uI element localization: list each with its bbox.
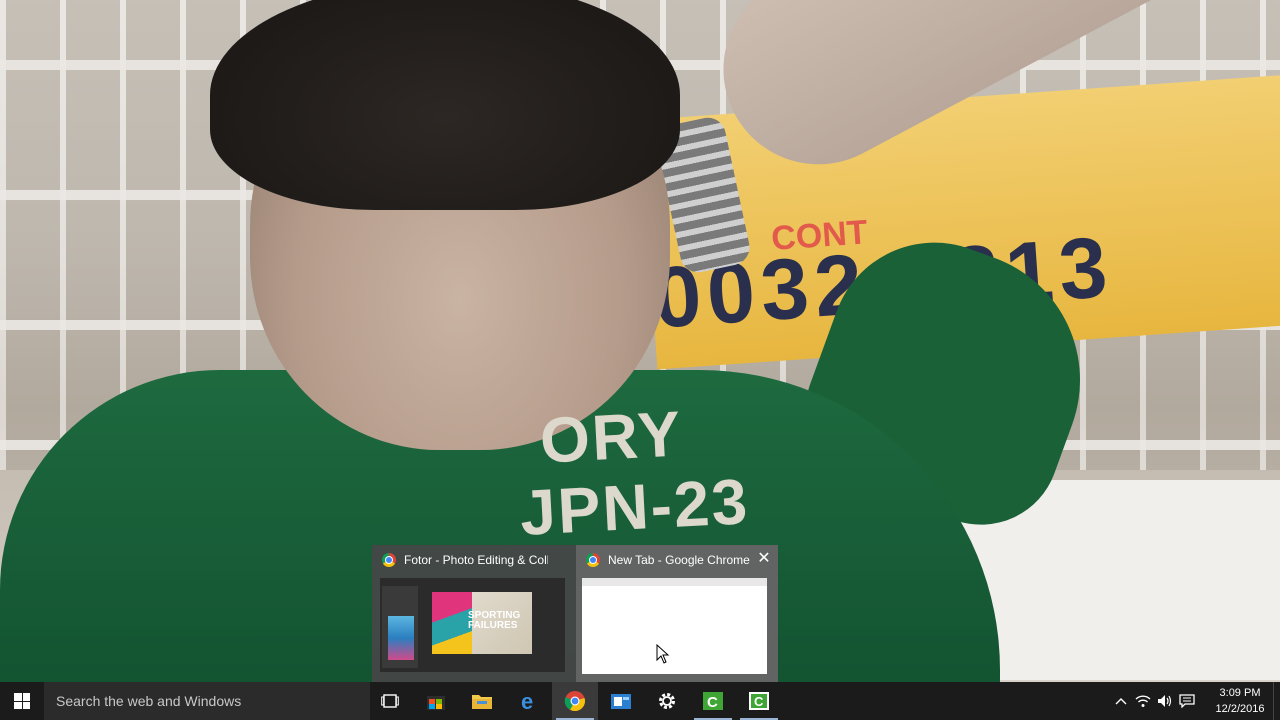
editor-canvas-text: SPORTING FAILURES: [468, 610, 521, 631]
preview-title: New Tab - Google Chrome: [586, 551, 754, 569]
search-box[interactable]: Search the web and Windows: [44, 682, 370, 720]
editor-tiles: [388, 616, 414, 660]
wifi-icon: [1135, 695, 1151, 707]
taskbar-store[interactable]: [413, 682, 459, 720]
taskbar-edge[interactable]: e: [506, 682, 552, 720]
preview-title-text: Fotor - Photo Editing & Collag...: [404, 553, 548, 567]
action-center-button[interactable]: [1176, 682, 1198, 720]
preview-window-fotor[interactable]: Fotor - Photo Editing & Collag... SPORTI…: [372, 545, 572, 682]
network-button[interactable]: [1132, 682, 1154, 720]
volume-button[interactable]: [1154, 682, 1176, 720]
search-placeholder: Search the web and Windows: [56, 693, 242, 709]
person-hair: [210, 0, 680, 210]
taskbar-file-explorer[interactable]: [459, 682, 505, 720]
show-hidden-icons-button[interactable]: [1110, 682, 1132, 720]
outlook-icon: [611, 694, 631, 709]
windows-logo-icon: [14, 693, 30, 709]
camtasia-studio-icon: C: [749, 692, 769, 710]
system-tray: 3:09 PM 12/2/2016: [1110, 682, 1280, 720]
store-icon: [427, 696, 445, 710]
chrome-thumbnail-preview: Fotor - Photo Editing & Collag... SPORTI…: [372, 545, 778, 682]
close-icon[interactable]: ✕: [756, 551, 772, 567]
svg-text:C: C: [707, 694, 718, 711]
browser-toolbar: [582, 578, 767, 586]
task-view-icon: [381, 694, 399, 708]
taskbar-camtasia-recorder[interactable]: C: [690, 682, 736, 720]
taskbar-outlook[interactable]: [598, 682, 644, 720]
taskbar-camtasia-studio[interactable]: C: [736, 682, 782, 720]
shirt-print-line-1: ORY: [538, 397, 685, 477]
chrome-icon: [564, 691, 585, 712]
chrome-icon: [586, 553, 600, 567]
clock-date: 12/2/2016: [1215, 703, 1265, 715]
settings-icon: [659, 693, 675, 709]
chevron-up-icon: [1115, 698, 1127, 705]
file-explorer-icon: [472, 695, 492, 709]
show-desktop-button[interactable]: [1273, 682, 1280, 720]
preview-screenshot: SPORTING FAILURES: [380, 578, 565, 672]
shirt-print-line-2: JPN-23: [518, 465, 751, 549]
taskbar-chrome[interactable]: [552, 682, 598, 720]
preview-title-text: New Tab - Google Chrome: [608, 553, 750, 567]
taskbar: Search the web and Windows e C C 3:09 PM…: [0, 682, 1280, 720]
mouse-cursor-icon: [656, 644, 670, 664]
edge-icon: e: [521, 690, 533, 712]
camtasia-recorder-icon: C: [703, 692, 723, 711]
start-button[interactable]: [0, 682, 44, 720]
editor-graphic: [432, 592, 472, 654]
svg-text:e: e: [521, 690, 533, 712]
notification-icon: [1179, 694, 1195, 708]
chrome-icon: [382, 553, 396, 567]
task-view-button[interactable]: [367, 682, 413, 720]
clock[interactable]: 3:09 PM 12/2/2016: [1210, 685, 1270, 717]
preview-title: Fotor - Photo Editing & Collag...: [382, 551, 548, 569]
clock-time: 3:09 PM: [1219, 687, 1261, 699]
taskbar-settings[interactable]: [644, 682, 690, 720]
speaker-icon: [1158, 695, 1172, 707]
svg-text:C: C: [754, 694, 764, 709]
preview-screenshot: [582, 578, 767, 674]
